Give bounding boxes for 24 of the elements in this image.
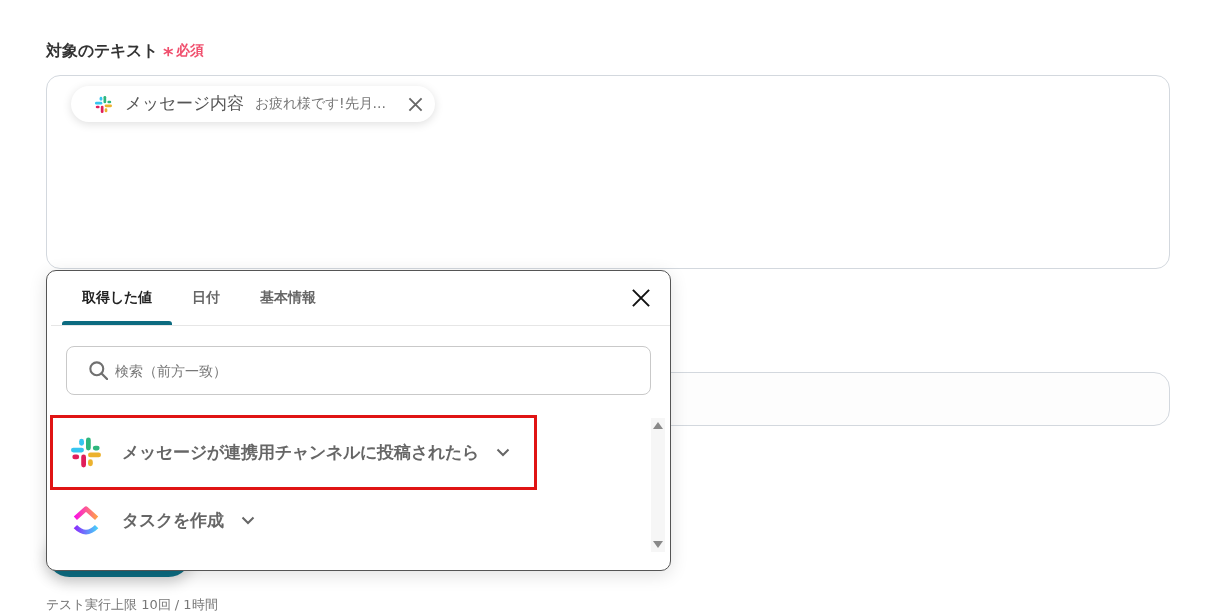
pinwheel-logo-icon — [95, 95, 112, 113]
scroll-down-icon[interactable] — [653, 541, 663, 548]
text-input-area[interactable]: メッセージ内容 お疲れ様です!先月... — [46, 75, 1170, 269]
chevron-down-icon[interactable] — [241, 515, 255, 525]
pinwheel-logo-icon — [71, 437, 101, 468]
required-label: 必須 — [176, 42, 205, 60]
chevron-down-icon[interactable] — [496, 448, 510, 457]
required-asterisk: * — [163, 41, 174, 65]
chevron-logo-icon — [71, 504, 101, 536]
search-icon — [89, 361, 108, 380]
search-field[interactable]: 検索（前方一致） — [66, 346, 651, 395]
chip-value: お疲れ様です!先月... — [255, 95, 386, 113]
tab[interactable]: 取得した値 — [62, 271, 172, 325]
limit-note: テスト実行上限 10回 / 1時間 — [46, 596, 218, 614]
chip-name: メッセージ内容 — [125, 93, 244, 115]
list-item[interactable]: タスクを作成 — [50, 490, 282, 550]
variable-chip[interactable]: メッセージ内容 お疲れ様です!先月... — [71, 86, 435, 122]
scroll-up-icon[interactable] — [653, 422, 663, 429]
tab[interactable]: 基本情報 — [240, 271, 336, 325]
close-icon[interactable] — [632, 289, 650, 307]
list-item[interactable]: メッセージが連携用チャンネルに投稿されたら — [50, 415, 537, 490]
scrollbar[interactable] — [651, 418, 665, 552]
field-label: 対象のテキスト — [46, 40, 158, 62]
tab[interactable]: 日付 — [172, 271, 240, 325]
